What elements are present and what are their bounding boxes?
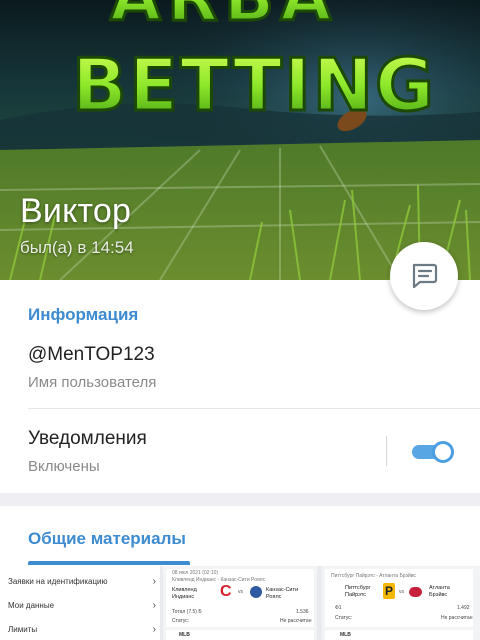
thumb-menu-row: Заявки на идентификацию ›: [8, 572, 156, 590]
media-thumbnail-3[interactable]: Питтсбург Пайрэтс - Атланта Брэйвс Питтс…: [322, 566, 480, 640]
bet-status-label: Статус:: [172, 618, 190, 624]
versus-label: vs: [399, 589, 404, 595]
bet-card: Питтсбург Пайрэтс - Атланта Брэйвс Питтс…: [325, 569, 473, 627]
banner-text-main: BETTING: [72, 43, 436, 127]
league-label: MLB: [179, 632, 190, 638]
bet-odds: 1.536: [296, 609, 309, 615]
tab-indicator: [28, 561, 190, 565]
divider: [28, 408, 480, 409]
thumb-menu-label: Лимиты: [8, 624, 38, 634]
shared-media-section: Общие материалы Заявки на идентификацию …: [0, 506, 480, 640]
bet-type: Тотал (7.5) Б: [172, 609, 202, 615]
team-logo-icon: [409, 587, 422, 597]
profile-name: Виктор: [20, 192, 132, 230]
thumb-menu-label: Заявки на идентификацию: [8, 576, 108, 586]
profile-header: ARBA BETTING Виктор был(а) в 14:54: [0, 0, 480, 280]
notifications-state: Включены: [28, 458, 100, 475]
media-thumbnail-2[interactable]: 08 июл 2021 (02:10) Кливленд Индианс - К…: [163, 566, 317, 640]
chevron-right-icon: ›: [152, 599, 156, 611]
team-logo-icon: P: [383, 583, 395, 599]
vertical-separator: [386, 436, 387, 466]
team-logo-icon: C: [220, 583, 232, 600]
team-logo-icon: [250, 586, 262, 598]
profile-last-seen: был(а) в 14:54: [20, 238, 134, 257]
team-name: Питтсбург Пайрэтс: [345, 585, 371, 598]
bet-card: 08 июл 2021 (02:10) Кливленд Индианс - К…: [166, 569, 314, 627]
toggle-knob: [432, 441, 454, 463]
shared-media-title[interactable]: Общие материалы: [28, 529, 186, 549]
media-thumbnail-1[interactable]: Заявки на идентификацию › Мои данные › Л…: [0, 566, 160, 640]
message-button[interactable]: [390, 242, 458, 310]
info-section: Информация @MenTOP123 Имя пользователя У…: [0, 280, 480, 493]
league-label: MLB: [340, 632, 351, 638]
bet-odds: 1.492: [457, 605, 470, 611]
team-name: Кливленд Индианс: [172, 587, 197, 600]
banner-text-top: ARBA: [110, 0, 337, 36]
bet-type: Ф1: [335, 605, 342, 611]
bet-status-value: Не рассчитан: [441, 615, 473, 621]
bet-status-value: Не рассчитан: [280, 618, 312, 624]
chevron-right-icon: ›: [152, 575, 156, 587]
message-lines-icon: [412, 263, 438, 289]
team-name: Атланта Брэйвс: [429, 585, 450, 598]
team-name: Канзас-Сити Роялс: [266, 587, 299, 600]
chevron-right-icon: ›: [152, 623, 156, 635]
thumb-menu-label: Мои данные: [8, 600, 55, 610]
username-value[interactable]: @MenTOP123: [28, 344, 155, 366]
bet-title: Кливленд Индианс - Канзас-Сити Роялс: [172, 577, 266, 583]
username-caption: Имя пользователя: [28, 374, 157, 391]
bet-date: 08 июл 2021 (02:10): [172, 570, 219, 576]
thumb-menu-row: Мои данные ›: [8, 596, 156, 614]
info-section-title: Информация: [28, 305, 139, 324]
bet-title: Питтсбург Пайрэтс - Атланта Брэйвс: [331, 573, 416, 579]
media-grid: Заявки на идентификацию › Мои данные › Л…: [0, 566, 480, 640]
thumb-menu-row: Лимиты ›: [8, 620, 156, 638]
notifications-toggle[interactable]: [412, 441, 454, 463]
section-gap: [0, 493, 480, 506]
notifications-label[interactable]: Уведомления: [28, 428, 147, 450]
bet-status-label: Статус:: [335, 615, 353, 621]
versus-label: vs: [238, 589, 243, 595]
